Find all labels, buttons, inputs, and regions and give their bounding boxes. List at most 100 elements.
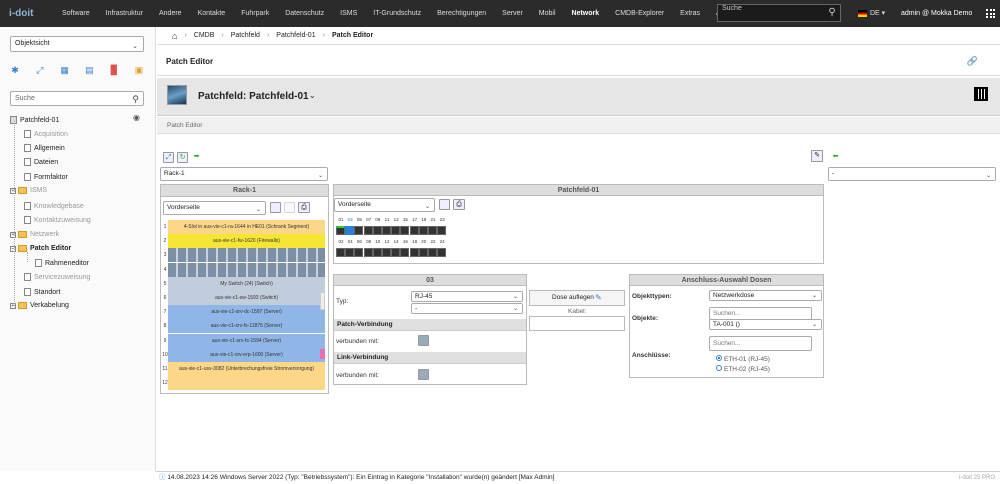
book-icon[interactable]: ▤ [84,65,94,75]
nav-item-andere[interactable]: Andere [151,0,190,27]
objekttypen-select[interactable]: Netzwerkdose ⌄ [709,290,822,301]
rack-select[interactable]: Rack-1 ⌄ [160,167,328,181]
chevron-down-icon[interactable]: ⌄ [309,91,316,100]
port-05[interactable] [354,226,364,235]
tree-item[interactable]: + Verkabelung [10,302,69,309]
german-flag-icon[interactable] [858,10,867,17]
port-13[interactable] [391,226,401,235]
category-tab[interactable]: Patch Editor [157,117,1000,134]
port-12[interactable] [382,248,391,257]
app-grid-icon[interactable] [986,9,995,18]
port-08[interactable] [363,248,373,257]
radio-icon[interactable] [716,355,722,361]
nav-item-network[interactable]: Network [564,0,608,27]
breadcrumb-item[interactable]: Patchfeld [231,32,260,39]
rack-slot[interactable] [168,376,325,391]
port-10[interactable] [372,248,382,257]
arrow-right-icon[interactable]: ➡ [191,152,202,163]
rack-slot[interactable]: aus-vie-c1-srv-fs-11875 (Server) [168,319,325,334]
breadcrumb-item[interactable]: Patch Editor [332,32,373,39]
rack-slot[interactable] [168,248,325,263]
anschluesse-search-input[interactable]: Suchen... [709,336,812,351]
rack-slot[interactable]: aus-vie-c1-srv-erp-1600 (Server) [168,347,325,362]
rack-slot[interactable]: aus-vie-c1-srv-fs-1594 (Server) [168,333,325,348]
port-15[interactable] [400,226,410,235]
objekte-select[interactable]: TA-001 () ⌄ [709,319,822,330]
right-select[interactable]: - ⌄ [828,167,996,181]
tree-item[interactable]: + Netzwerk [10,231,59,238]
chart-icon[interactable]: ▉ [109,65,119,75]
connection-icon[interactable] [418,335,429,346]
port-11[interactable] [382,226,391,235]
anschluss-option[interactable]: ETH-01 (RJ-45) [716,355,770,363]
rack-side-select[interactable]: Vorderseite ⌄ [163,201,266,215]
rack-slot[interactable] [168,262,325,277]
tree-icon[interactable]: ✱ [10,65,20,75]
tree-item[interactable]: Patchfeld-01 [10,116,59,124]
search-icon[interactable]: ⚲ [132,93,139,106]
nav-item-software[interactable]: Software [54,0,98,27]
port-21[interactable] [428,226,437,235]
radio-icon[interactable] [716,365,722,371]
tree-item[interactable]: Allgemein [24,144,65,152]
nav-item-isms[interactable]: ISMS [332,0,365,27]
nav-item-server[interactable]: Server [494,0,531,27]
tree-item[interactable]: Rahmeneditor [35,259,89,267]
port-06[interactable] [354,248,364,257]
tree-item[interactable]: − Patch Editor [10,245,71,252]
calendar-icon[interactable]: ▦ [60,65,70,75]
expand-icon[interactable]: ⤢ [35,65,45,75]
rack-slot[interactable]: aus-vie-c1-srv-dc-1597 (Server) [168,305,325,320]
nav-item-berechtigungen[interactable]: Berechtigungen [429,0,494,27]
port-09[interactable] [372,226,382,235]
rack-slot[interactable]: 4-Slot in aus-vie-c1-ra-1644 in HE01 (Sc… [168,220,325,234]
expand-toggle-icon[interactable]: + [10,302,16,309]
home-icon[interactable]: ⌂ [172,31,177,41]
view-icon[interactable] [439,199,450,210]
port-24[interactable] [437,248,447,257]
arrow-left-icon[interactable]: ⬅ [830,152,841,163]
view-select[interactable]: Objektsicht ⌄ [10,36,144,52]
tree-item[interactable]: Kontaktzuweisung [24,216,91,224]
lock-icon[interactable]: ▣ [134,65,144,75]
expand-toggle-icon[interactable]: − [10,245,16,252]
rack-slot[interactable]: aus-vie-c1-usv-3082 (Unterbrechungsfreie… [168,362,325,376]
port-14[interactable] [391,248,401,257]
rack-scrollbar[interactable] [320,292,325,310]
language-select[interactable]: DE ▾ [870,0,885,27]
nav-item-kontakte[interactable]: Kontakte [190,0,234,27]
breadcrumb-item[interactable]: CMDB [194,32,215,39]
nav-item-extras[interactable]: Extras [672,0,708,27]
tree-item[interactable]: Servicezuweisung [24,273,90,281]
qr-code-icon[interactable] [974,87,988,101]
nav-item-fuhrpark[interactable]: Fuhrpark [233,0,277,27]
global-search-input[interactable]: Suche [717,4,841,22]
port-22[interactable] [428,248,437,257]
rack-slot[interactable]: My Switch (24) (Switch) [168,276,325,291]
nav-item-cmdb-explorer[interactable]: CMDB-Explorer [607,0,672,27]
edit-icon[interactable]: ✎ [811,150,823,162]
link-icon[interactable]: 🔗 [967,56,978,67]
port-04[interactable] [345,248,355,257]
port-07[interactable] [363,226,373,235]
port-02[interactable] [336,248,345,257]
port-18[interactable] [409,248,419,257]
expand-toggle-icon[interactable]: + [10,231,16,238]
nav-item-infrastruktur[interactable]: Infrastruktur [98,0,151,27]
sidebar-search-input[interactable]: Suche ⚲ [10,91,144,106]
fullscreen-icon[interactable]: ⤢ [163,152,174,163]
patchfeld-side-select[interactable]: Vorderseite ⌄ [334,198,435,212]
typ-select[interactable]: RJ-45 ⌄ [411,291,523,302]
nav-item-it-grundschutz[interactable]: IT-Grundschutz [365,0,429,27]
kabel-field[interactable] [529,316,625,331]
rack-slot[interactable]: aus-vie-c1-sw-1593 (Switch) [168,291,325,305]
nav-item-mobil[interactable]: Mobil [531,0,564,27]
port-19[interactable] [418,226,428,235]
refresh-icon[interactable]: ↻ [177,152,188,163]
port-16[interactable] [400,248,410,257]
tree-item[interactable]: Dateien [24,158,58,166]
port-17[interactable] [409,226,419,235]
tree-item[interactable]: Standort [24,288,60,296]
breadcrumb-item[interactable]: Patchfeld-01 [276,32,315,39]
print-icon[interactable]: ⎙ [453,199,465,210]
